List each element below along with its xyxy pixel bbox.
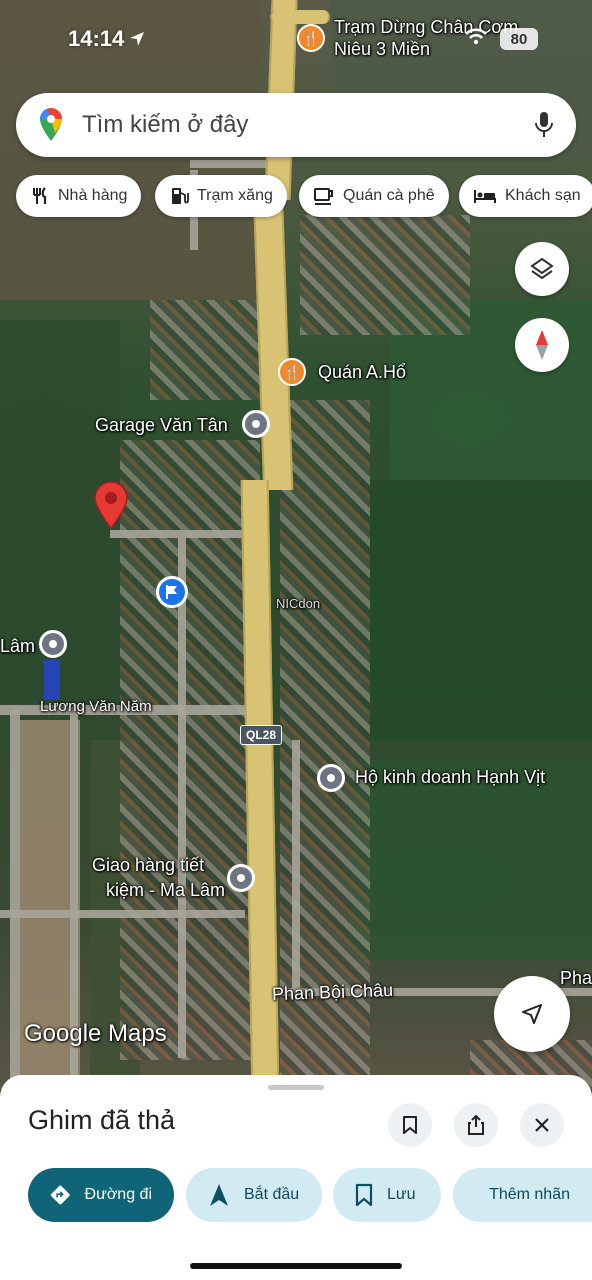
close-button[interactable]	[520, 1103, 564, 1147]
road	[292, 740, 300, 990]
chip-hotels[interactable]: Khách sạn	[459, 175, 592, 217]
google-maps-watermark: Google Maps	[24, 1020, 167, 1047]
map-label-lam[interactable]: Lâm	[0, 636, 35, 657]
wifi-icon	[464, 28, 488, 51]
google-maps-logo-icon	[40, 108, 62, 141]
location-arrow-icon	[130, 32, 145, 46]
directions-label: Đường đi	[84, 1186, 152, 1203]
navigation-arrow-icon	[522, 1004, 542, 1024]
highway-ql28	[270, 10, 330, 24]
add-label-label: Thêm nhãn	[489, 1186, 570, 1203]
road	[178, 538, 186, 1058]
map-field	[360, 480, 592, 740]
compass-icon	[536, 330, 548, 360]
chip-label: Khách sạn	[505, 187, 581, 204]
map-label-giao-hang-line2[interactable]: kiệm - Ma Lâm	[106, 880, 225, 901]
save-button[interactable]: Lưu	[333, 1168, 441, 1222]
coffee-cup-icon	[314, 188, 333, 205]
share-button[interactable]	[454, 1103, 498, 1147]
chip-label: Quán cà phê	[343, 187, 435, 204]
directions-button[interactable]: Đường đi	[28, 1168, 174, 1222]
gas-station-icon	[172, 188, 189, 204]
save-label: Lưu	[387, 1186, 416, 1203]
map-label-garage[interactable]: Garage Văn Tân	[95, 415, 228, 436]
map-label-pha: Pha	[560, 968, 592, 988]
clock: 14:14	[68, 26, 125, 51]
map-view[interactable]: 🍴 Trạm Dừng Chân Cơm Niêu 3 Miền 🍴 Quán …	[0, 0, 592, 1090]
start-button[interactable]: Bắt đầu	[186, 1168, 322, 1222]
chip-label: Nhà hàng	[58, 187, 128, 204]
chip-cafes[interactable]: Quán cà phê	[299, 175, 449, 217]
road	[10, 710, 20, 1090]
compass-button[interactable]	[515, 318, 569, 372]
microphone-icon[interactable]	[534, 110, 554, 140]
map-buildings	[150, 300, 260, 400]
battery-indicator: 80	[500, 28, 538, 50]
fork-knife-icon	[33, 187, 47, 204]
map-label-phan-boi-chau: Phan Bội Châu	[271, 979, 394, 1005]
place-pin-icon[interactable]	[242, 410, 270, 438]
place-pin-icon[interactable]	[317, 764, 345, 792]
sheet-grabber[interactable]	[268, 1085, 324, 1090]
restaurant-pin-icon[interactable]: 🍴	[297, 24, 325, 52]
start-label: Bắt đầu	[244, 1186, 300, 1203]
save-icon-button[interactable]	[388, 1103, 432, 1147]
dropped-pin-icon[interactable]	[92, 480, 130, 530]
chip-label: Trạm xăng	[197, 187, 273, 204]
place-pin-icon[interactable]	[39, 630, 67, 658]
chip-gas-stations[interactable]: Trạm xăng	[155, 175, 287, 217]
home-indicator[interactable]	[190, 1263, 402, 1269]
navigation-arrow-icon	[210, 1184, 228, 1206]
directions-icon	[50, 1185, 70, 1205]
bed-icon	[474, 190, 496, 203]
share-icon	[468, 1114, 484, 1135]
route-shield-ql28: QL28	[240, 725, 283, 745]
restaurant-pin-icon[interactable]: 🍴	[278, 358, 306, 386]
road	[0, 910, 245, 918]
bookmark-icon	[403, 1116, 417, 1134]
add-label-button[interactable]: Thêm nhãn	[453, 1168, 592, 1222]
my-location-button[interactable]	[494, 976, 570, 1052]
layers-icon	[530, 257, 554, 280]
map-label-ho-kinh-doanh[interactable]: Hộ kinh doanh Hạnh Vịt	[355, 767, 545, 788]
map-label-giao-hang-line1[interactable]: Giao hàng tiết	[92, 855, 204, 876]
map-label-shop-sign: NICdon	[276, 596, 321, 611]
bottom-sheet[interactable]: Ghim đã thả Đường đi Bắt đầu Lưu Thêm nh…	[0, 1075, 592, 1280]
map-label-quan-a-ho[interactable]: Quán A.Hổ	[318, 362, 406, 383]
map-building-blue	[44, 660, 60, 700]
search-bar[interactable]: Tìm kiếm ở đây	[16, 93, 576, 157]
close-icon	[535, 1118, 549, 1132]
flag-pin-icon[interactable]	[156, 576, 188, 608]
search-input[interactable]: Tìm kiếm ở đây	[82, 111, 534, 139]
sheet-title: Ghim đã thả	[28, 1105, 176, 1135]
chip-restaurants[interactable]: Nhà hàng	[16, 175, 142, 217]
layers-button[interactable]	[515, 242, 569, 296]
map-label-luong-van-nam: Lương Văn Năm	[40, 698, 152, 715]
place-pin-icon[interactable]	[227, 864, 255, 892]
map-field	[350, 760, 592, 960]
bookmark-icon	[355, 1183, 373, 1207]
status-time: 14:14	[68, 26, 146, 52]
road	[110, 530, 260, 538]
map-buildings	[300, 215, 470, 335]
